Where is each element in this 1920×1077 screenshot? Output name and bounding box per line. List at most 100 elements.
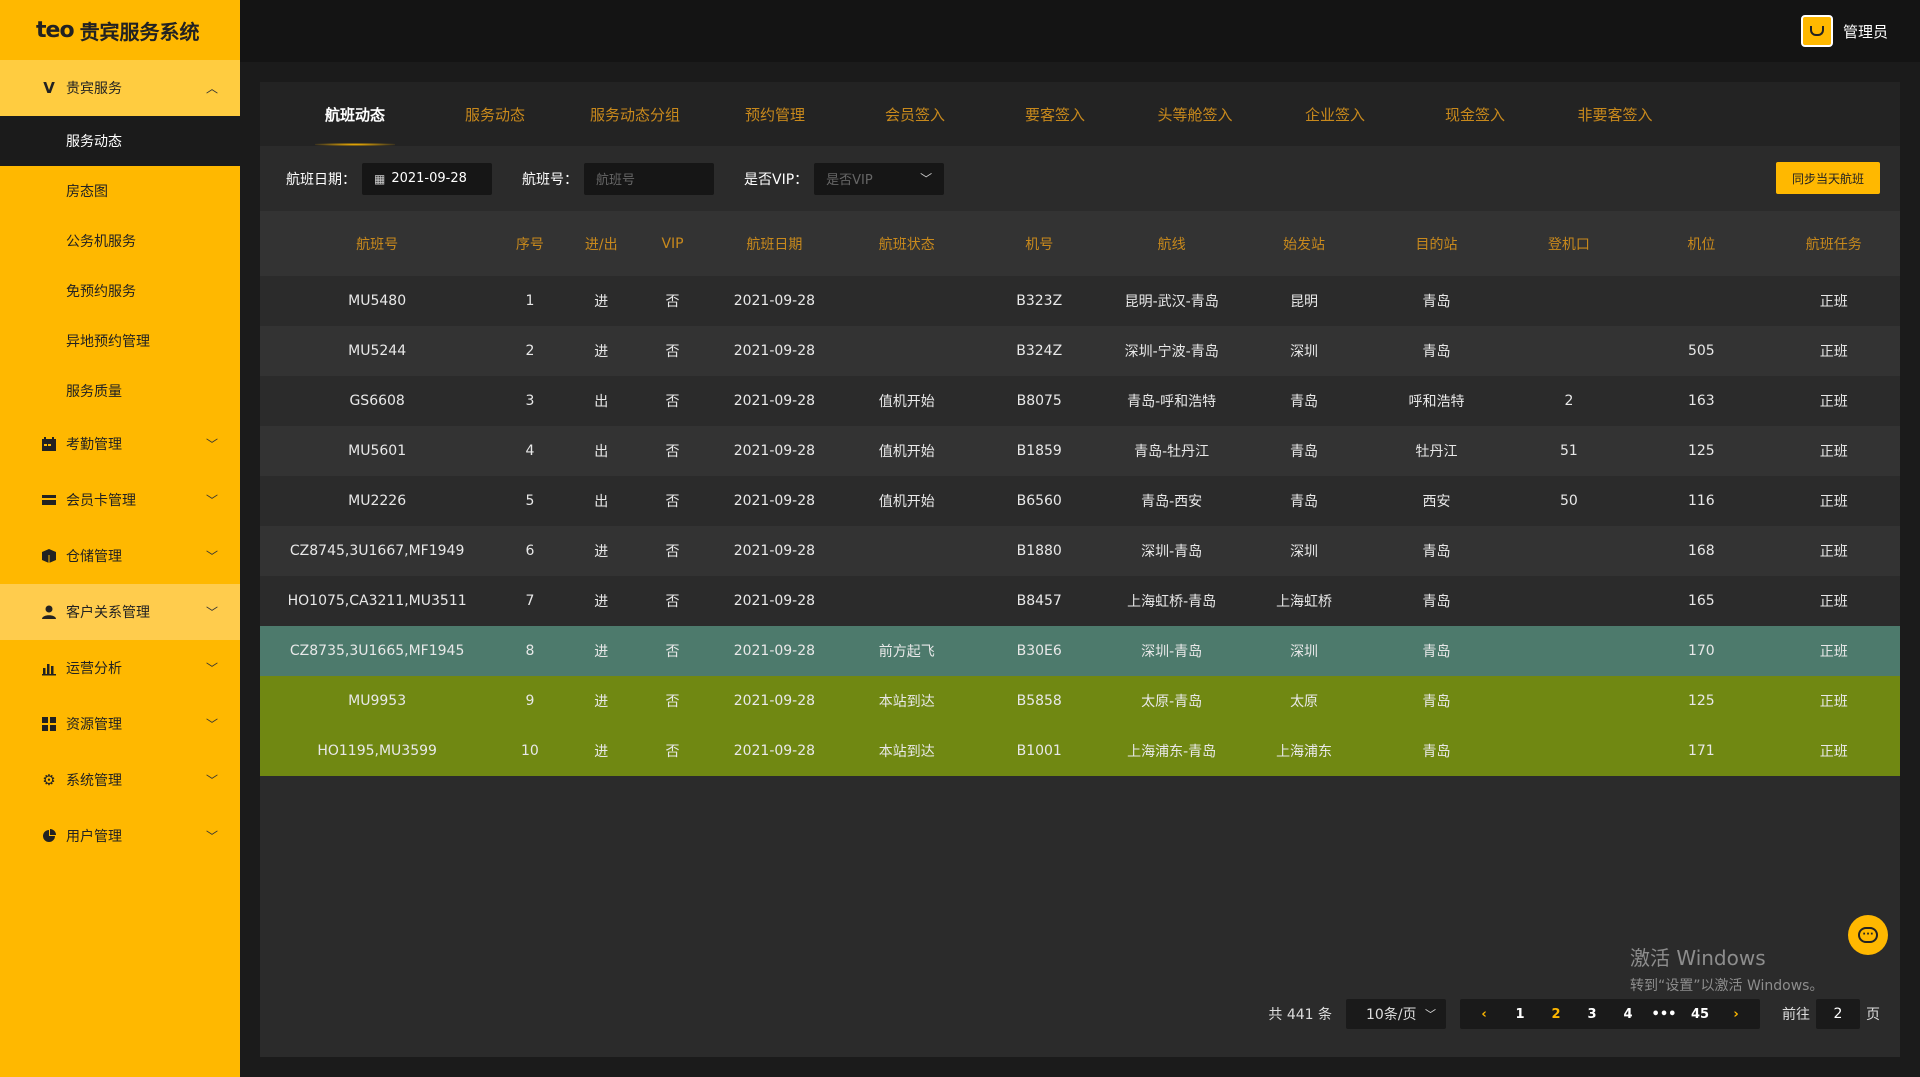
date-picker[interactable]: ▦ 2021-09-28 xyxy=(362,162,492,195)
table-cell: 进 xyxy=(565,276,637,326)
table-row[interactable]: CZ8745,3U1667,MF1949 6 进否 2021-09-28 B1880 深圳… xyxy=(260,526,1900,576)
sync-flights-button[interactable]: 同步当天航班 xyxy=(1776,162,1880,194)
user-menu[interactable]: 管理员 xyxy=(1800,15,1888,47)
table-cell: 进 xyxy=(565,576,637,626)
table-cell: 青岛 xyxy=(1370,576,1503,626)
tab-service-status-group[interactable]: 服务动态分组 xyxy=(565,82,705,146)
column-header[interactable]: 航班日期 xyxy=(708,211,841,276)
menu-group-member-card[interactable]: 会员卡管理 ﹀ xyxy=(0,472,240,528)
prev-page-icon[interactable]: ‹ xyxy=(1466,1007,1502,1022)
grid-icon xyxy=(40,715,58,733)
page-number[interactable]: 1 xyxy=(1502,1007,1538,1022)
menu-group-vip[interactable]: V 贵宾服务 ︿ xyxy=(0,60,240,116)
chat-button[interactable]: ··· xyxy=(1848,915,1888,955)
submenu-item-business-jet[interactable]: 公务机服务 xyxy=(0,216,240,266)
vip-select-value: 是否VIP xyxy=(826,173,873,188)
menu-group-system[interactable]: ⚙ 系统管理 ﹀ xyxy=(0,752,240,808)
table-row[interactable]: MU9953 9 进否 2021-09-28 本站到达 B5858 太原-青岛 太原 青岛 125… xyxy=(260,676,1900,726)
table-cell: 4 xyxy=(494,426,566,476)
menu-group-attendance[interactable]: 考勤管理 ﹀ xyxy=(0,416,240,472)
user-name[interactable]: 管理员 xyxy=(1843,21,1888,42)
column-header[interactable]: 目的站 xyxy=(1370,211,1503,276)
table-cell: 值机开始 xyxy=(840,476,974,526)
page-number[interactable]: 45 xyxy=(1682,1007,1718,1022)
menu-group-analytics[interactable]: 运营分析 ﹀ xyxy=(0,640,240,696)
page-size-value: 10条/页 xyxy=(1366,1007,1417,1023)
submenu-item-service-quality[interactable]: 服务质量 xyxy=(0,366,240,416)
column-header[interactable]: 进/出 xyxy=(565,211,637,276)
tab-vip-checkin[interactable]: 要客签入 xyxy=(985,82,1125,146)
table-cell: 进 xyxy=(565,626,637,676)
table-cell: 2021-09-28 xyxy=(708,276,841,326)
tab-service-status[interactable]: 服务动态 xyxy=(425,82,565,146)
column-header[interactable]: 登机口 xyxy=(1502,211,1636,276)
column-header[interactable]: 机位 xyxy=(1635,211,1768,276)
table-row[interactable]: MU5480 1 进否 2021-09-28 B323Z 昆明-武汉-青岛 昆明 青岛 正班 xyxy=(260,276,1900,326)
column-header[interactable]: 航线 xyxy=(1105,211,1238,276)
submenu-item-service-status[interactable]: 服务动态 xyxy=(0,116,240,166)
chevron-down-icon: ﹀ xyxy=(205,829,218,844)
menu-group-storage[interactable]: 仓储管理 ﹀ xyxy=(0,528,240,584)
column-header[interactable]: 航班号 xyxy=(260,211,495,276)
submenu-item-room-map[interactable]: 房态图 xyxy=(0,166,240,216)
tab-first-class-checkin[interactable]: 头等舱签入 xyxy=(1125,82,1265,146)
table-cell: 2021-09-28 xyxy=(708,526,841,576)
menu-group-users[interactable]: 用户管理 ﹀ xyxy=(0,808,240,864)
table-cell: 太原-青岛 xyxy=(1105,676,1238,726)
tab-booking[interactable]: 预约管理 xyxy=(705,82,845,146)
table-cell: 深圳 xyxy=(1237,626,1371,676)
table-cell: HO1075,CA3211,MU3511 xyxy=(260,576,495,626)
page-number[interactable]: 3 xyxy=(1574,1007,1610,1022)
column-header[interactable]: 航班任务 xyxy=(1767,211,1900,276)
tab-corporate-checkin[interactable]: 企业签入 xyxy=(1265,82,1405,146)
submenu-item-remote-booking[interactable]: 异地预约管理 xyxy=(0,316,240,366)
tab-flight-status[interactable]: 航班动态 xyxy=(285,82,425,146)
table-cell xyxy=(840,526,974,576)
table-cell: 50 xyxy=(1502,476,1636,526)
windows-activation-watermark: 激活 Windows 转到“设置”以激活 Windows。 xyxy=(1630,942,1823,995)
main-panel: 航班动态 服务动态 服务动态分组 预约管理 会员签入 要客签入 头等舱签入 企业… xyxy=(260,82,1900,1057)
table-cell: 青岛 xyxy=(1370,676,1503,726)
table-cell: 本站到达 xyxy=(840,676,974,726)
table-cell: 5 xyxy=(494,476,566,526)
more-pages-icon[interactable]: ••• xyxy=(1646,1007,1682,1022)
column-header[interactable]: 序号 xyxy=(494,211,566,276)
table-row[interactable]: CZ8735,3U1665,MF1945 8 进否 2021-09-28 前方起飞 B30… xyxy=(260,626,1900,676)
table-row[interactable]: MU5244 2 进否 2021-09-28 B324Z 深圳-宁波-青岛 深圳 青岛 505 正… xyxy=(260,326,1900,376)
menu-group-label: 用户管理 xyxy=(66,829,122,845)
column-header[interactable]: 航班状态 xyxy=(840,211,974,276)
column-header[interactable]: VIP xyxy=(636,211,709,276)
tab-member-checkin[interactable]: 会员签入 xyxy=(845,82,985,146)
page-number-current[interactable]: 2 xyxy=(1538,1007,1574,1022)
submenu-item-walk-in[interactable]: 免预约服务 xyxy=(0,266,240,316)
table-row[interactable]: MU5601 4 出否 2021-09-28 值机开始 B1859 青岛-牡丹江 青岛 牡丹江 5… xyxy=(260,426,1900,476)
chevron-down-icon: ﹀ xyxy=(1425,1008,1436,1021)
page-number[interactable]: 4 xyxy=(1610,1007,1646,1022)
column-header[interactable]: 机号 xyxy=(973,211,1106,276)
table-cell xyxy=(1502,576,1636,626)
table-cell: 正班 xyxy=(1767,676,1900,726)
table-cell: B8457 xyxy=(973,576,1106,626)
tab-non-vip-checkin[interactable]: 非要客签入 xyxy=(1545,82,1685,146)
goto-page-input[interactable]: 2 xyxy=(1816,999,1860,1029)
table-row[interactable]: HO1075,CA3211,MU3511 7 进否 2021-09-28 B8457 上海… xyxy=(260,576,1900,626)
table-cell: 青岛 xyxy=(1370,526,1503,576)
menu-group-resources[interactable]: 资源管理 ﹀ xyxy=(0,696,240,752)
table-cell: B1001 xyxy=(973,726,1106,776)
table-row[interactable]: HO1195,MU3599 10 进否 2021-09-28 本站到达 B1001 上海浦东… xyxy=(260,726,1900,776)
avatar[interactable] xyxy=(1800,15,1833,47)
chevron-down-icon: ﹀ xyxy=(205,717,218,732)
menu-group-crm[interactable]: 客户关系管理 ﹀ xyxy=(0,584,240,640)
column-header[interactable]: 始发站 xyxy=(1237,211,1371,276)
tab-cash-checkin[interactable]: 现金签入 xyxy=(1405,82,1545,146)
table-cell: 否 xyxy=(636,476,709,526)
table-row[interactable]: MU2226 5 出否 2021-09-28 值机开始 B6560 青岛-西安 青岛 西安 50 1… xyxy=(260,476,1900,526)
table-cell xyxy=(840,576,974,626)
vip-select[interactable]: 是否VIP ﹀ xyxy=(814,162,945,195)
watermark-line1: 激活 Windows xyxy=(1630,946,1766,970)
flight-number-input[interactable]: 航班号 xyxy=(584,162,714,195)
page-size-select[interactable]: 10条/页 ﹀ xyxy=(1346,999,1446,1029)
table-row[interactable]: GS6608 3 出否 2021-09-28 值机开始 B8075 青岛-呼和浩特 青岛 呼和浩… xyxy=(260,376,1900,426)
table-cell: 上海浦东 xyxy=(1237,726,1371,776)
next-page-icon[interactable]: › xyxy=(1718,1007,1754,1022)
